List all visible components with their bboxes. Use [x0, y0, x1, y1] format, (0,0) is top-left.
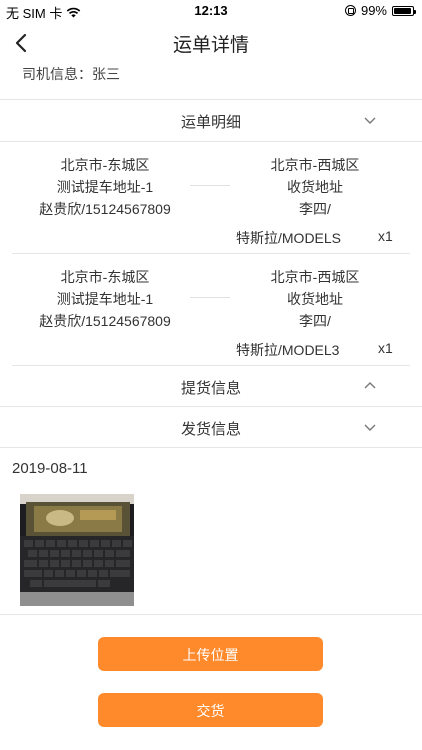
section-delivery-info[interactable]: 发货信息 [0, 407, 422, 447]
delivery-address: 北京市-西城区 收货地址 李四/ [230, 266, 400, 332]
photo-keyboard-image [20, 494, 134, 606]
section-label: 运单明细 [180, 114, 241, 131]
pickup-contact: 赵贵欣/15124567809 [39, 201, 171, 217]
delivery-contact: 李四/ [299, 201, 331, 217]
pickup-district: 北京市-东城区 [60, 269, 150, 285]
navigation-bar: 运单详情 [0, 22, 422, 64]
driver-info: 司机信息：张三 [22, 66, 120, 82]
pickup-district: 北京市-东城区 [60, 157, 150, 173]
delivery-date: 2019-08-11 [12, 460, 88, 477]
section-waybill-details[interactable]: 运单明细 [0, 100, 422, 140]
delivery-photo[interactable] [20, 494, 134, 606]
delivery-contact: 李四/ [299, 313, 331, 329]
divider [0, 447, 422, 448]
status-right: 99% [344, 3, 416, 18]
divider [0, 614, 422, 615]
pickup-address: 北京市-东城区 测试提车地址-1 赵贵欣/15124567809 [20, 266, 190, 332]
pickup-contact: 赵贵欣/15124567809 [39, 313, 171, 329]
delivery-street: 收货地址 [287, 179, 343, 195]
upload-location-button[interactable]: 上传位置 [98, 637, 323, 671]
status-bar: 无 SIM 卡 12:13 99% [0, 0, 422, 22]
section-pickup-info[interactable]: 提货信息 [0, 366, 422, 406]
pickup-street: 测试提车地址-1 [56, 291, 154, 307]
vehicle-model: 特斯拉/MODEL3 [236, 342, 340, 358]
pickup-address: 北京市-东城区 测试提车地址-1 赵贵欣/15124567809 [20, 154, 190, 220]
pickup-street: 测试提车地址-1 [56, 179, 154, 195]
chevron-down-icon [364, 117, 376, 124]
route-connector [190, 185, 230, 186]
vehicle-quantity: x1 [378, 340, 393, 356]
delivery-address: 北京市-西城区 收货地址 李四/ [230, 154, 400, 220]
delivery-district: 北京市-西城区 [270, 157, 360, 173]
battery-icon [392, 5, 416, 16]
battery-percent: 99% [360, 3, 387, 18]
delivery-street: 收货地址 [287, 291, 343, 307]
order-item: 北京市-东城区 测试提车地址-1 赵贵欣/15124567809 北京市-西城区… [0, 142, 422, 254]
orientation-lock-icon [344, 5, 356, 16]
page-title: 运单详情 [172, 35, 249, 56]
vehicle-quantity: x1 [378, 228, 393, 244]
chevron-down-icon [364, 424, 376, 431]
vehicle-model: 特斯拉/MODELS [236, 230, 342, 246]
route-connector [190, 297, 230, 298]
section-label: 提货信息 [180, 380, 241, 397]
section-label: 发货信息 [180, 421, 241, 438]
chevron-up-icon [364, 382, 376, 389]
order-item: 北京市-东城区 测试提车地址-1 赵贵欣/15124567809 北京市-西城区… [0, 254, 422, 366]
deliver-button[interactable]: 交货 [98, 693, 323, 727]
delivery-district: 北京市-西城区 [270, 269, 360, 285]
